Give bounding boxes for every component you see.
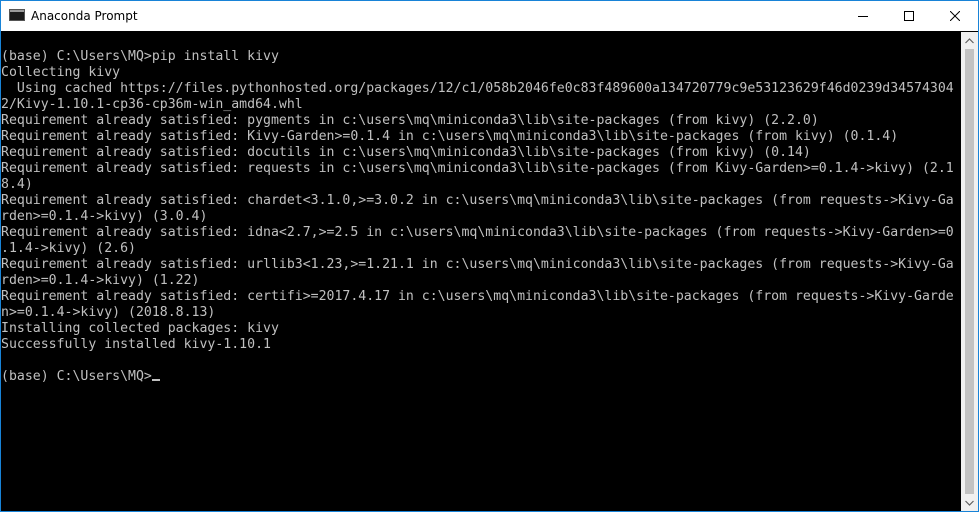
console-line: Installing collected packages: kivy bbox=[1, 321, 279, 336]
minimize-button[interactable] bbox=[840, 1, 886, 31]
arrow-up-icon bbox=[965, 37, 974, 43]
vertical-scrollbar[interactable] bbox=[961, 32, 978, 511]
console-line: 2/Kivy-1.10.1-cp36-cp36m-win_amd64.whl bbox=[1, 97, 303, 112]
console-line: rden>=0.1.4->kivy) (3.0.4) bbox=[1, 209, 208, 224]
console-line: Requirement already satisfied: docutils … bbox=[1, 145, 811, 160]
scroll-down-button[interactable] bbox=[961, 494, 978, 511]
maximize-icon bbox=[904, 11, 914, 21]
console-line: (base) C:\Users\MQ>pip install kivy bbox=[1, 49, 279, 64]
console-icon bbox=[9, 9, 25, 21]
maximize-button[interactable] bbox=[886, 1, 932, 31]
console-line: Requirement already satisfied: requests … bbox=[1, 161, 954, 176]
console-line: Requirement already satisfied: pygments … bbox=[1, 113, 819, 128]
scroll-up-button[interactable] bbox=[961, 32, 978, 49]
console-line: Requirement already satisfied: idna<2.7,… bbox=[1, 225, 954, 240]
console-line: Successfully installed kivy-1.10.1 bbox=[1, 337, 271, 352]
command-prompt[interactable]: (base) C:\Users\MQ> bbox=[1, 369, 961, 385]
console-line: 8.4) bbox=[1, 177, 33, 192]
title-bar[interactable]: Anaconda Prompt bbox=[1, 1, 978, 31]
close-button[interactable] bbox=[932, 1, 978, 31]
scrollbar-thumb[interactable] bbox=[965, 49, 974, 494]
console-line: Requirement already satisfied: Kivy-Gard… bbox=[1, 129, 899, 144]
console-line: n>=0.1.4->kivy) (2018.8.13) bbox=[1, 305, 216, 320]
console-line: Requirement already satisfied: urllib3<1… bbox=[1, 257, 954, 272]
console-line: Requirement already satisfied: certifi>=… bbox=[1, 289, 954, 304]
close-icon bbox=[950, 11, 960, 21]
console-line: Collecting kivy bbox=[1, 65, 121, 80]
console-line: Requirement already satisfied: chardet<3… bbox=[1, 193, 954, 208]
text-cursor bbox=[151, 379, 160, 381]
console-output[interactable]: (base) C:\Users\MQ>pip install kivy Coll… bbox=[1, 32, 961, 511]
arrow-down-icon bbox=[965, 500, 974, 506]
minimize-icon bbox=[858, 16, 868, 17]
console-window: Anaconda Prompt (base) C:\Users\MQ>pip i… bbox=[0, 0, 979, 512]
prompt-text: (base) C:\Users\MQ> bbox=[1, 369, 152, 384]
console-line: rden>=0.1.4->kivy) (1.22) bbox=[1, 273, 200, 288]
console-line: .1.4->kivy) (2.6) bbox=[1, 241, 136, 256]
window-title: Anaconda Prompt bbox=[31, 9, 138, 23]
console-line: Using cached https://files.pythonhosted.… bbox=[1, 81, 954, 96]
